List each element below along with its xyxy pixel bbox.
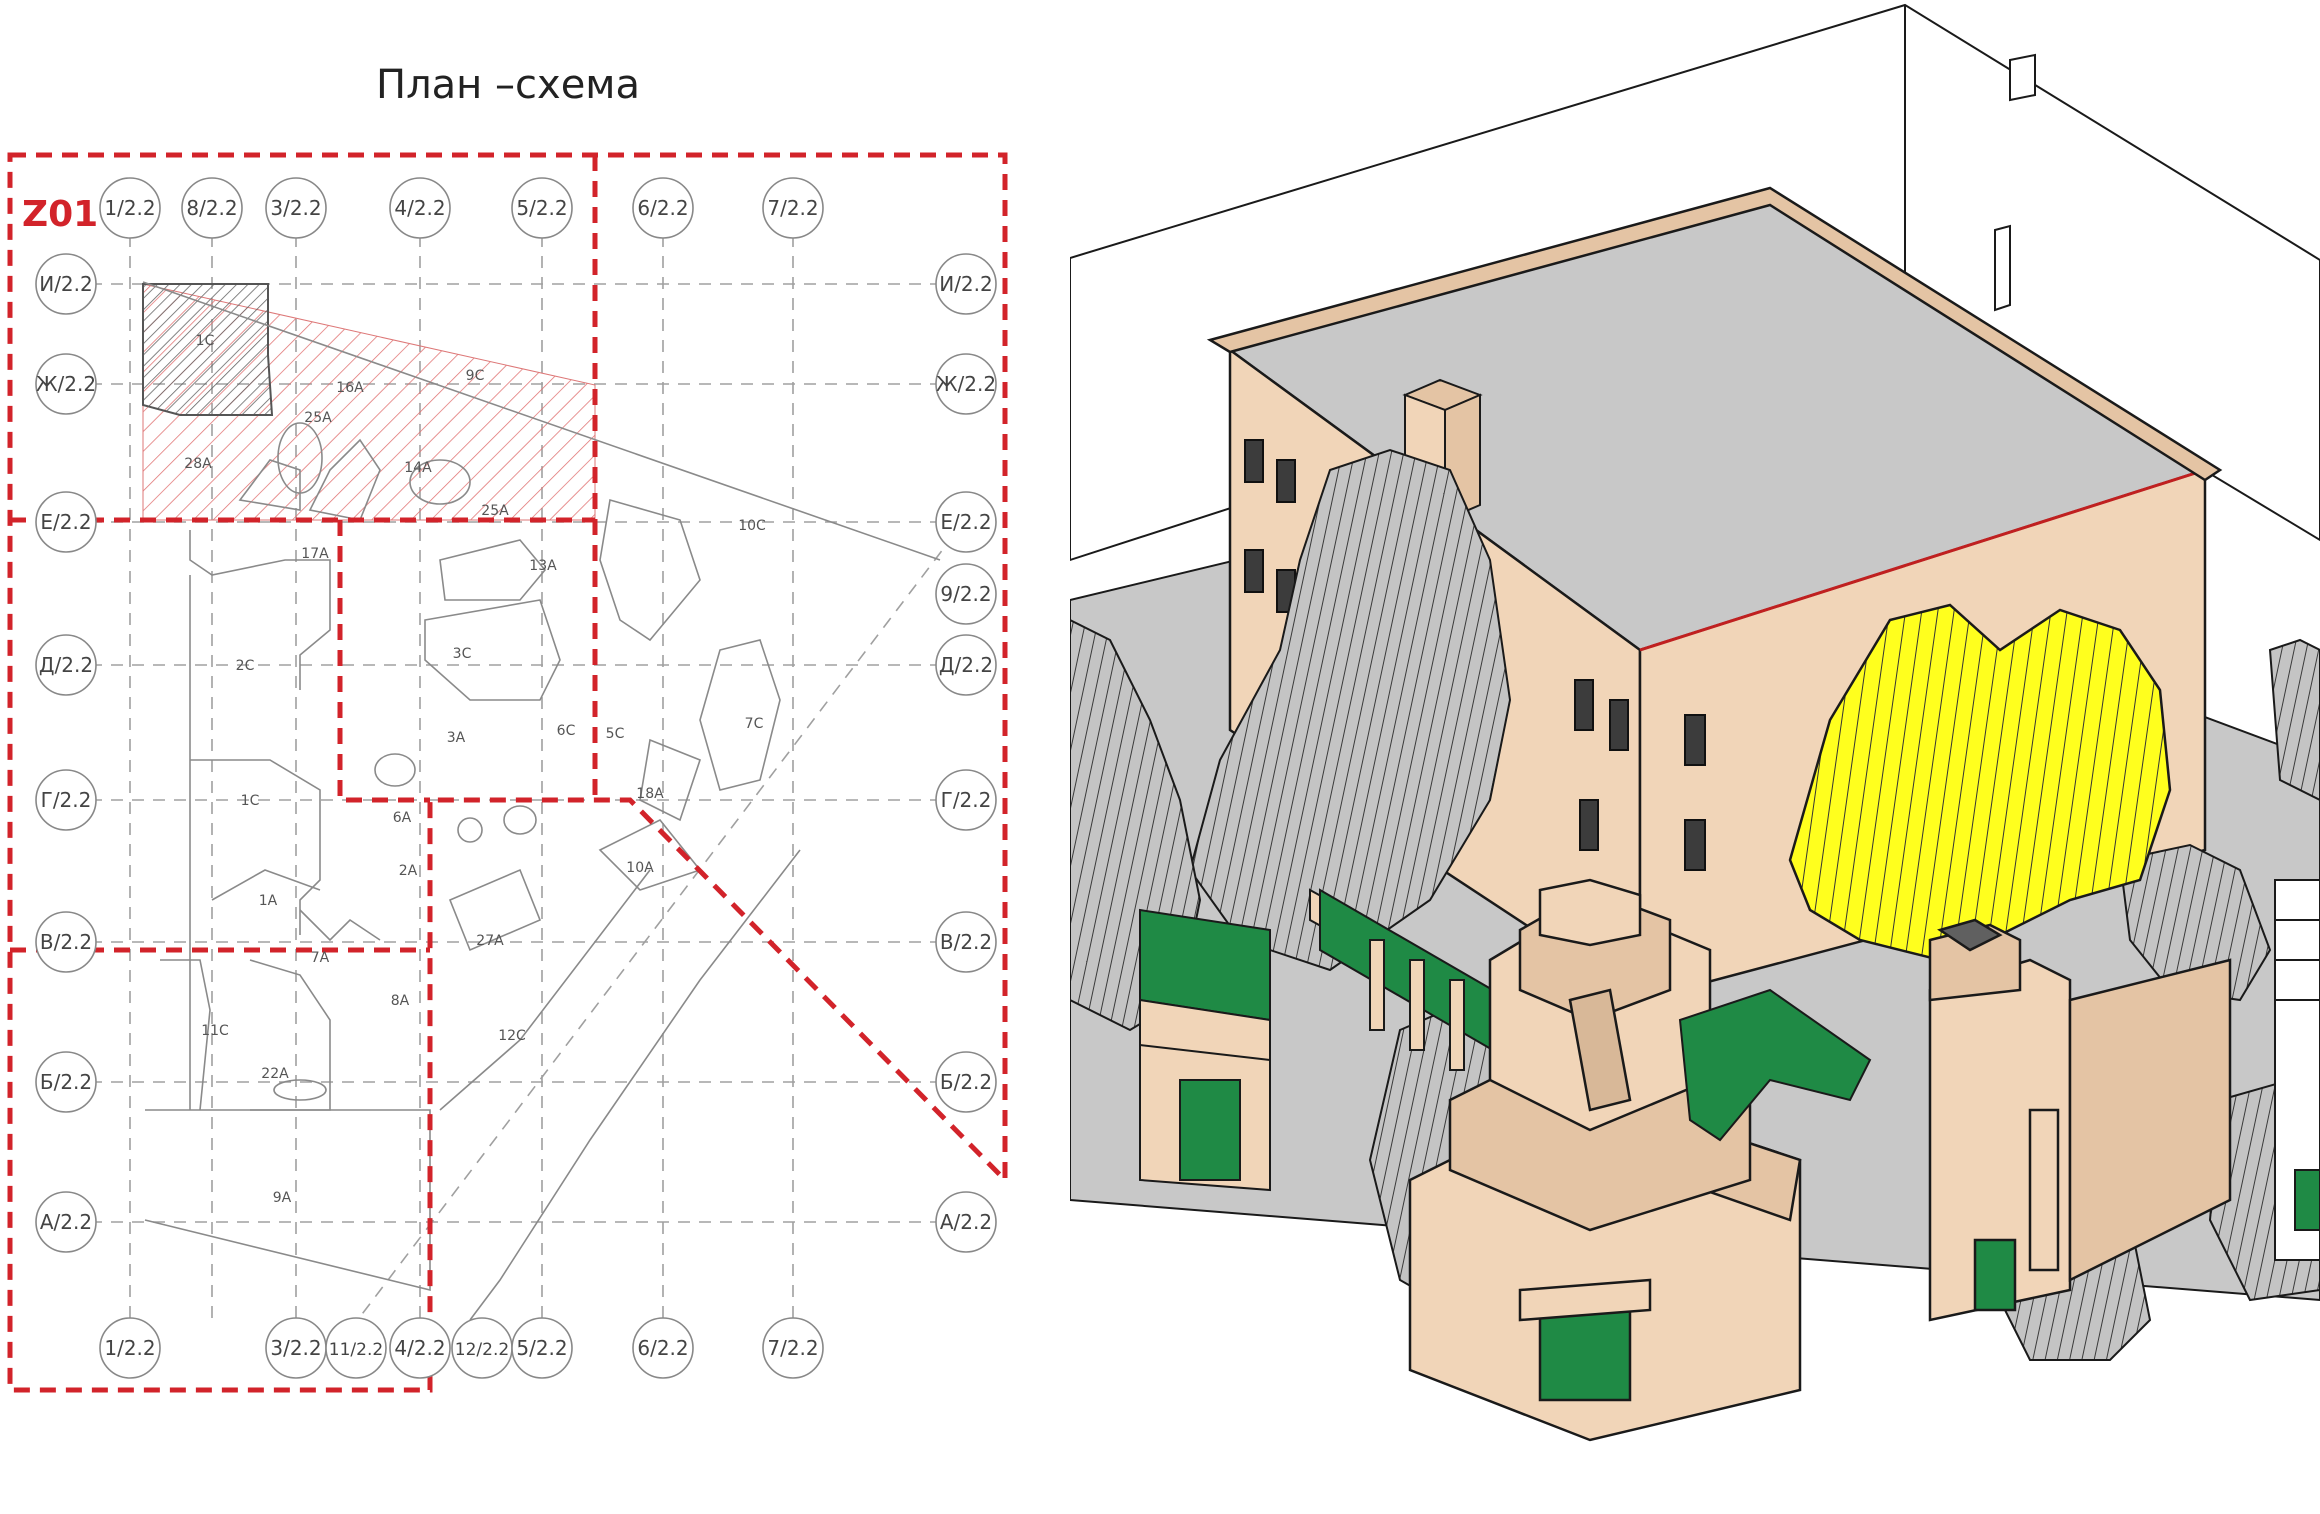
- room-label: 13А: [529, 558, 557, 574]
- axis-label-left: Е/2.2: [40, 510, 91, 534]
- room-label: 2А: [399, 863, 418, 879]
- room-label: 25А: [481, 503, 509, 519]
- room-label: 2С: [236, 658, 255, 674]
- room-label: 17А: [301, 546, 329, 562]
- axis-label-left: Ж/2.2: [36, 372, 96, 396]
- axis-label-left: Г/2.2: [41, 788, 92, 812]
- room-label: 9А: [273, 1190, 292, 1206]
- room-label: 3А: [447, 730, 466, 746]
- axis-label-left: И/2.2: [39, 272, 93, 296]
- axis-label-left: Б/2.2: [40, 1070, 92, 1094]
- room-label: 1С: [196, 333, 215, 349]
- axis-label-bottom: 5/2.2: [516, 1336, 567, 1360]
- room-label: 10С: [738, 518, 766, 534]
- room-label: 14А: [404, 460, 432, 476]
- room-label: 6С: [557, 723, 576, 739]
- axis-label-right: Б/2.2: [940, 1070, 992, 1094]
- room-label: 16А: [336, 380, 364, 396]
- axis-label-right: В/2.2: [940, 930, 992, 954]
- axis-label-bottom: 4/2.2: [394, 1336, 445, 1360]
- room-label: 9С: [466, 368, 485, 384]
- axis-label-left: А/2.2: [40, 1210, 92, 1234]
- axis-label-top: 8/2.2: [186, 196, 237, 220]
- room-label: 3С: [453, 646, 472, 662]
- room-label: 27А: [476, 933, 504, 949]
- axis-label-top: 7/2.2: [767, 196, 818, 220]
- axis-label-top: 6/2.2: [637, 196, 688, 220]
- room-label: 7А: [311, 950, 330, 966]
- floor-plan-scheme: План –схема Z01 1/2.2 8/2.2 3/2.2 4/2.2 …: [7, 62, 1008, 1393]
- axis-label-left: Д/2.2: [39, 653, 93, 677]
- room-label: 5С: [606, 726, 625, 742]
- axis-label-left: В/2.2: [40, 930, 92, 954]
- axis-label-bottom: 1/2.2: [104, 1336, 155, 1360]
- axis-label-right: А/2.2: [940, 1210, 992, 1234]
- axis-label-right: Ж/2.2: [936, 372, 996, 396]
- zone-label: Z01: [22, 194, 98, 235]
- room-label: 25А: [304, 410, 332, 426]
- axis-label-bottom: 7/2.2: [767, 1336, 818, 1360]
- axis-label-bottom: 12/2.2: [455, 1340, 509, 1360]
- room-label: 1А: [259, 893, 278, 909]
- axis-label-right: 9/2.2: [940, 582, 991, 606]
- axis-label-top: 4/2.2: [394, 196, 445, 220]
- right-edge-tower: [2274, 879, 2320, 1261]
- left-pavilion: [1139, 908, 1271, 1192]
- axis-label-top: 3/2.2: [270, 196, 321, 220]
- plan-title: План –схема: [376, 62, 640, 108]
- room-label: 11С: [201, 1023, 229, 1039]
- room-label: 6А: [393, 810, 412, 826]
- room-label: 18А: [636, 786, 664, 802]
- axis-label-bottom: 11/2.2: [329, 1340, 383, 1360]
- hatched-zone: [142, 283, 596, 521]
- axis-label-top: 5/2.2: [516, 196, 567, 220]
- axis-label-right: Е/2.2: [940, 510, 991, 534]
- axis-label-bottom: 3/2.2: [270, 1336, 321, 1360]
- room-label: 7С: [745, 716, 764, 732]
- axis-label-right: И/2.2: [939, 272, 993, 296]
- axis-label-bottom: 6/2.2: [637, 1336, 688, 1360]
- room-label: 12С: [498, 1028, 526, 1044]
- room-label: 10А: [626, 860, 654, 876]
- axis-label-right: Д/2.2: [939, 653, 993, 677]
- room-label: 22А: [261, 1066, 289, 1082]
- isometric-building-model: [1070, 3, 2320, 1442]
- axis-label-right: Г/2.2: [941, 788, 992, 812]
- room-label: 28А: [184, 456, 212, 472]
- room-label: 1С: [241, 793, 260, 809]
- axis-label-top: 1/2.2: [104, 196, 155, 220]
- room-label: 8А: [391, 993, 410, 1009]
